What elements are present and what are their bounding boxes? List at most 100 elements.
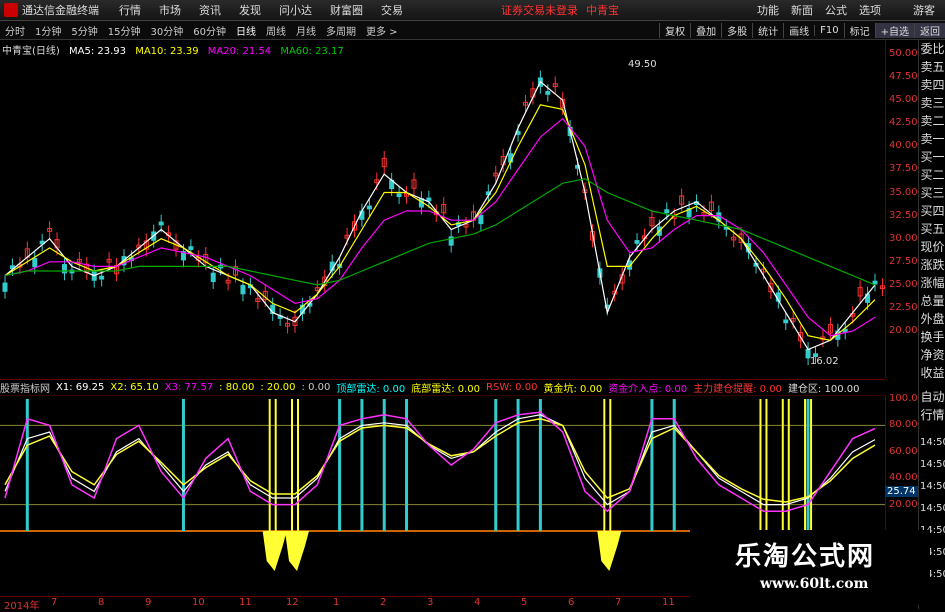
period-multi[interactable]: 多周期 — [326, 23, 356, 38]
date-tick-label: 4 — [474, 597, 481, 608]
side-panel-item[interactable]: 现价 — [919, 238, 945, 256]
side-panel-item[interactable]: 买二 — [919, 166, 945, 184]
side-panel-item[interactable]: 换手 — [919, 328, 945, 346]
side-panel-item[interactable]: 卖四 — [919, 76, 945, 94]
login-warning[interactable]: 证券交易未登录 — [501, 2, 578, 18]
level-80-value: : 80.00 — [219, 382, 255, 393]
menu-function[interactable]: 功能 — [757, 2, 779, 18]
top-radar-bar — [181, 399, 185, 531]
funds-in-value: 资金介入点: 0.00 — [608, 384, 688, 395]
date-tick-label: 8 — [98, 597, 105, 608]
indicator-tick-label: 60.00 — [889, 445, 918, 457]
candle-body — [61, 264, 67, 274]
price-tick-label: 25.00 — [889, 278, 918, 290]
bottom-radar-bar — [609, 399, 612, 531]
menu-item-quotes[interactable]: 行情 — [119, 2, 141, 18]
ma-line-ma60 — [4, 178, 876, 286]
side-panel-item[interactable]: 收益 — [919, 364, 945, 382]
app-logo-icon — [4, 3, 18, 17]
side-panel-item[interactable]: 净资 — [919, 346, 945, 364]
side-panel-item[interactable]: 卖五 — [919, 58, 945, 76]
candle-body — [2, 282, 8, 292]
side-panel-item[interactable]: 买四 — [919, 202, 945, 220]
menu-item-ask[interactable]: 问小达 — [279, 2, 312, 18]
rsw-value: RSW: 0.00 — [486, 382, 538, 393]
side-panel-item[interactable]: 行情 — [919, 406, 945, 424]
price-chart[interactable] — [0, 40, 885, 378]
period-daily[interactable]: 日线 — [236, 23, 256, 38]
period-60min[interactable]: 60分钟 — [193, 23, 226, 38]
tool-f10[interactable]: F10 — [814, 24, 843, 36]
date-tick-label: 11 — [239, 597, 252, 608]
gold-pit-area — [262, 531, 287, 571]
indicator-tick-label: 80.00 — [889, 419, 918, 431]
price-tick-label: 30.00 — [889, 232, 918, 244]
menu-item-market[interactable]: 市场 — [159, 2, 181, 18]
side-panel-item[interactable]: 总量 — [919, 292, 945, 310]
bottom-radar-bar — [291, 399, 293, 531]
x2-value: X2: 65.10 — [110, 382, 159, 393]
side-panel-item[interactable]: 卖二 — [919, 112, 945, 130]
user-label[interactable]: 游客 — [913, 2, 935, 18]
side-panel-item[interactable]: 买三 — [919, 184, 945, 202]
watermark-url: www.60lt.com — [760, 576, 869, 592]
candle-body — [366, 205, 372, 210]
side-panel-item[interactable]: 卖三 — [919, 94, 945, 112]
side-panel-item[interactable]: 买一 — [919, 148, 945, 166]
side-panel-item[interactable]: 涨幅 — [919, 274, 945, 292]
top-radar-bar — [382, 399, 386, 531]
date-tick-label: 7 — [51, 597, 58, 608]
price-tick-label: 40.00 — [889, 140, 918, 152]
tool-mark[interactable]: 标记 — [843, 22, 875, 38]
period-tick[interactable]: 分时 — [5, 23, 25, 38]
tool-add-watch[interactable]: +自选 — [874, 22, 914, 38]
side-panel-item[interactable]: 外盘 — [919, 310, 945, 328]
price-tick-label: 50.00 — [889, 48, 918, 59]
date-tick-label: 7 — [615, 597, 622, 608]
side-panel-item[interactable]: 买五 — [919, 220, 945, 238]
tool-overlay[interactable]: 叠加 — [690, 22, 721, 38]
menu-formula[interactable]: 公式 — [825, 2, 847, 18]
period-30min[interactable]: 30分钟 — [150, 23, 183, 38]
candle-body — [396, 193, 402, 198]
menu-item-trade[interactable]: 交易 — [381, 2, 403, 18]
indicator-name[interactable]: 股票指标网 — [0, 380, 50, 395]
period-more[interactable]: 更多 > — [366, 23, 398, 38]
tool-multi-stock[interactable]: 多股 — [721, 22, 752, 38]
menu-new-page[interactable]: 新面 — [791, 2, 813, 18]
indicator-tick-label: 20.00 — [889, 498, 918, 510]
tool-back[interactable]: 返回 — [914, 22, 945, 38]
tool-stats[interactable]: 统计 — [752, 22, 783, 38]
side-panel-item[interactable]: 卖一 — [919, 130, 945, 148]
date-tick-label: 2 — [380, 597, 387, 608]
period-weekly[interactable]: 周线 — [266, 23, 286, 38]
date-tick-label: 2014年 — [4, 601, 40, 612]
price-tick-label: 27.50 — [889, 255, 918, 267]
bottom-radar-bar — [759, 399, 762, 531]
menu-options[interactable]: 选项 — [859, 2, 881, 18]
bottom-radar-bar — [268, 399, 271, 531]
menu-item-wealth[interactable]: 财富圈 — [330, 2, 363, 18]
current-stock-name: 中青宝 — [586, 4, 619, 17]
indicator-line-x3 — [4, 411, 876, 513]
period-monthly[interactable]: 月线 — [296, 23, 316, 38]
menu-item-discover[interactable]: 发现 — [239, 2, 261, 18]
side-panel-item[interactable]: 涨跌 — [919, 256, 945, 274]
ma-line-ma10 — [4, 104, 876, 341]
candle-body — [210, 272, 216, 282]
indicator-tick-label: 100.0 — [889, 393, 918, 404]
menu-item-news[interactable]: 资讯 — [199, 2, 221, 18]
indicator-line-x2 — [4, 418, 876, 503]
quote-side-panel[interactable]: 委比 卖五 卖四 卖三 卖二 卖一 买一 买二 买三 买四 买五 现价 涨跌 涨幅 总量 外盘 换手 净资 收益自动… — [918, 40, 945, 609]
bottom-radar-bar — [603, 399, 606, 531]
price-tick-label: 37.50 — [889, 163, 918, 175]
candle-body — [188, 246, 194, 250]
candle-body — [478, 214, 484, 225]
side-panel-item[interactable]: 自动 — [919, 388, 945, 406]
period-5min[interactable]: 5分钟 — [71, 23, 97, 38]
period-1min[interactable]: 1分钟 — [35, 23, 61, 38]
period-15min[interactable]: 15分钟 — [108, 23, 141, 38]
tool-draw[interactable]: 画线 — [783, 22, 814, 38]
tool-adjust[interactable]: 复权 — [659, 22, 690, 38]
side-panel-item[interactable]: 委比 — [919, 40, 945, 58]
